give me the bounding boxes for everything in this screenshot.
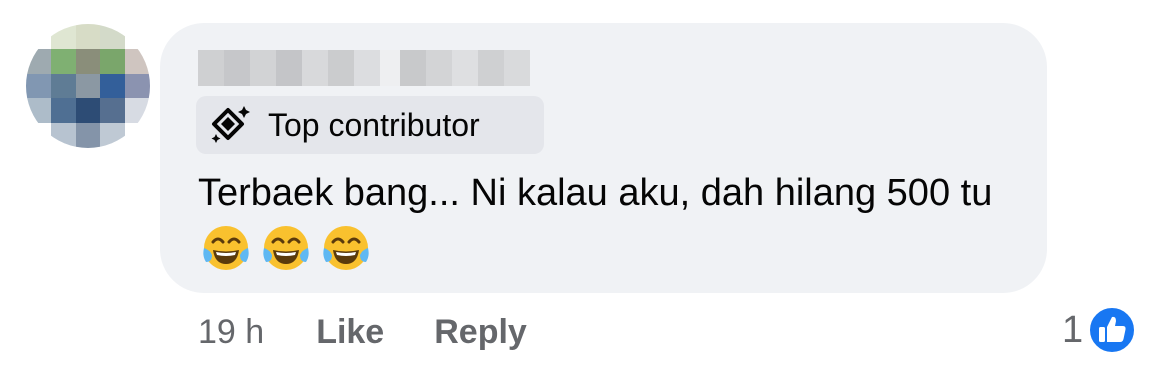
diamond-sparkle-icon	[211, 106, 250, 143]
reaction-count: 1	[1062, 308, 1084, 351]
comment-body: Terbaek bang... Ni kalau aku, dah hilang…	[198, 172, 993, 214]
tears-of-joy-emoji-icon	[323, 226, 369, 270]
badge-label: Top contributor	[268, 107, 480, 143]
reply-button[interactable]: Reply	[434, 313, 527, 352]
like-button[interactable]: Like	[316, 313, 384, 352]
avatar[interactable]	[26, 24, 150, 148]
comment-actions: 19 h Like Reply	[198, 310, 577, 354]
like-thumbs-up-icon	[1088, 306, 1137, 354]
emoji-group	[198, 226, 380, 273]
reaction-summary[interactable]: 1	[1062, 304, 1137, 356]
tears-of-joy-emoji-icon	[203, 226, 249, 270]
tears-of-joy-emoji-icon	[263, 226, 309, 270]
comment-text: Terbaek bang... Ni kalau aku, dah hilang…	[198, 164, 1028, 281]
author-name[interactable]	[198, 50, 530, 86]
top-contributor-badge[interactable]: Top contributor	[196, 96, 544, 154]
comment-timestamp[interactable]: 19 h	[198, 313, 264, 352]
